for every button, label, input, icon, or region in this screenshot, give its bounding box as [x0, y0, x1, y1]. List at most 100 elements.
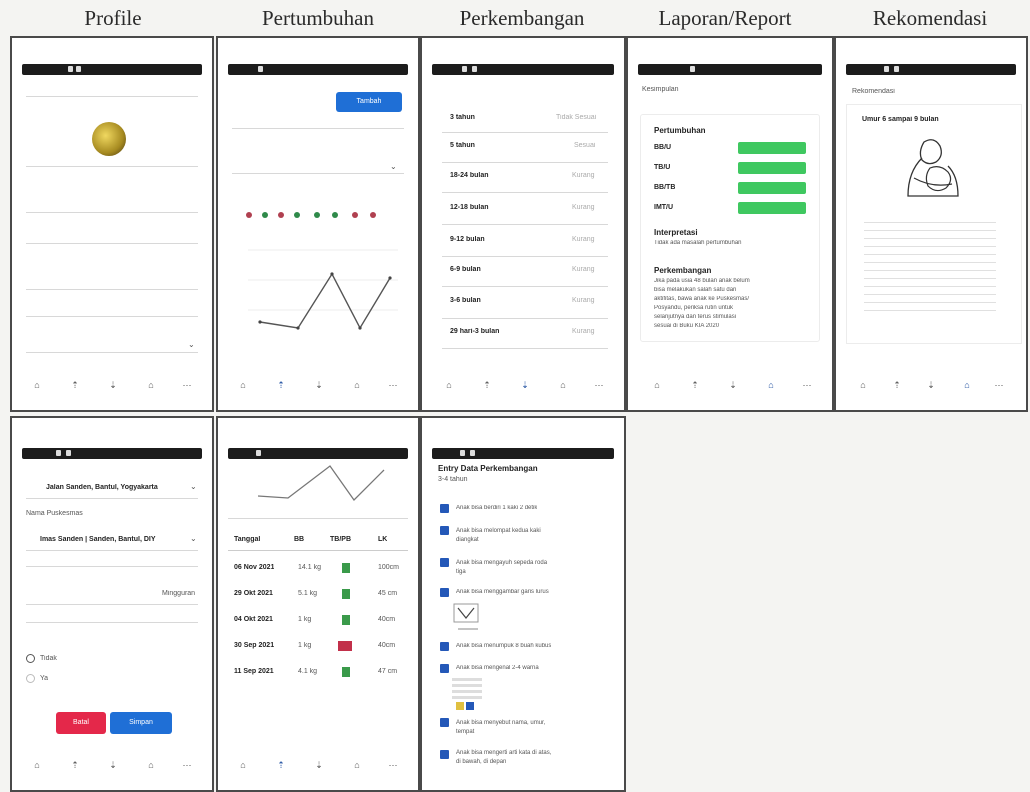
nav-home-icon[interactable]: ⌂ — [24, 380, 50, 390]
metric-status-badge — [738, 162, 806, 174]
bottom-nav: ⌂ ⇡ ⇣ ⌂ ⋯ — [218, 760, 418, 784]
nav-settings-icon[interactable]: ⋯ — [174, 760, 200, 771]
growth-status-indicator — [342, 667, 350, 677]
checkbox[interactable] — [440, 526, 449, 535]
bottom-nav: ⌂ ⇡ ⇣ ⌂ ⋯ — [422, 380, 624, 404]
interpretation-title: Interpretasi — [654, 228, 698, 237]
growth-chart-mini — [258, 465, 385, 502]
save-button[interactable]: Simpan — [110, 712, 172, 734]
status-bar — [432, 64, 614, 75]
line-drawing-illustration — [453, 603, 479, 630]
growth-point — [388, 276, 392, 280]
metric-status-badge — [738, 202, 806, 214]
nav-settings-icon[interactable]: ⋯ — [586, 380, 612, 391]
nav-development-icon[interactable]: ⇣ — [100, 380, 126, 391]
nav-home-icon[interactable]: ⌂ — [230, 380, 256, 390]
metric-status-badge — [738, 142, 806, 154]
nav-settings-icon[interactable]: ⋯ — [174, 380, 200, 391]
checkbox[interactable] — [440, 588, 449, 597]
screen-profile-form: Jalan Sanden, Bantul, Yogyakarta ⌄ Nama … — [10, 416, 214, 792]
dropdown-chevron-icon[interactable]: ⌄ — [188, 340, 195, 349]
bottom-nav: ⌂ ⇡ ⇣ ⌂ ⋯ — [12, 380, 212, 404]
nav-report-icon[interactable]: ⌂ — [344, 760, 370, 770]
filter-chevron-icon[interactable]: ⌄ — [390, 162, 397, 171]
nav-development-icon[interactable]: ⇣ — [100, 760, 126, 771]
address-value[interactable]: Jalan Sanden, Bantul, Yogyakarta — [46, 484, 158, 491]
metric-label: BB/U — [654, 144, 672, 151]
entry-subtitle: 3-4 tahun — [438, 476, 468, 483]
title-development: Perkembangan — [459, 6, 585, 30]
puskesmas-chevron-icon[interactable]: ⌄ — [190, 534, 197, 543]
status-bar — [22, 64, 202, 75]
checkbox[interactable] — [440, 750, 449, 759]
growth-point — [258, 320, 262, 324]
bottom-nav: ⌂ ⇡ ⇣ ⌂ ⋯ — [12, 760, 212, 784]
nav-settings-icon[interactable]: ⋯ — [380, 760, 406, 771]
radio-no[interactable] — [26, 654, 35, 663]
screen-development: 3 tahun Tidak Sesuai 5 tahun Sesuai 18-2… — [420, 36, 626, 412]
status-bar — [432, 448, 614, 459]
nav-growth-icon[interactable]: ⇡ — [474, 380, 500, 391]
nav-report-icon[interactable]: ⌂ — [344, 380, 370, 390]
development-section-title: Perkembangan — [654, 266, 712, 275]
recommendation-title: Umur 6 sampai 9 bulan — [862, 116, 939, 123]
nav-settings-icon[interactable]: ⋯ — [986, 380, 1012, 391]
radio-yes-label: Ya — [40, 675, 49, 682]
nav-development-icon[interactable]: ⇣ — [918, 380, 944, 391]
nav-growth-icon[interactable]: ⇡ — [268, 380, 294, 391]
checkbox[interactable] — [440, 718, 449, 727]
nav-report-icon[interactable]: ⌂ — [758, 380, 784, 390]
checkbox[interactable] — [440, 664, 449, 673]
metric-label: IMT/U — [654, 204, 674, 211]
radio-no-label: Tidak — [40, 655, 57, 662]
puskesmas-value[interactable]: Imas Sanden | Sanden, Bantul, DIY — [40, 536, 156, 543]
nav-growth-icon[interactable]: ⇡ — [62, 380, 88, 391]
recommendation-header: Rekomendasi — [852, 88, 895, 95]
kapanewon-value[interactable]: Mingguran — [162, 590, 195, 597]
nav-growth-icon[interactable]: ⇡ — [268, 760, 294, 771]
nav-development-icon[interactable]: ⇣ — [306, 380, 332, 391]
nav-report-icon[interactable]: ⌂ — [138, 380, 164, 390]
interpretation-text: Tidak ada masalah pertumbuhan — [654, 240, 742, 246]
growth-point — [358, 326, 362, 330]
nav-settings-icon[interactable]: ⋯ — [380, 380, 406, 391]
nav-home-icon[interactable]: ⌂ — [644, 380, 670, 390]
address-chevron-icon[interactable]: ⌄ — [190, 482, 197, 491]
status-bar — [638, 64, 822, 75]
growth-status-indicator — [342, 589, 350, 599]
metric-label: TB/U — [654, 164, 671, 171]
status-bar — [228, 64, 408, 75]
nav-development-icon[interactable]: ⇣ — [306, 760, 332, 771]
nav-development-icon[interactable]: ⇣ — [512, 380, 538, 391]
checkbox[interactable] — [440, 558, 449, 567]
growth-line — [258, 465, 385, 502]
nav-growth-icon[interactable]: ⇡ — [884, 380, 910, 391]
nav-home-icon[interactable]: ⌂ — [230, 760, 256, 770]
cancel-button[interactable]: Batal — [56, 712, 106, 734]
conclusion-label: Kesimpulan — [642, 86, 679, 93]
nav-report-icon[interactable]: ⌂ — [550, 380, 576, 390]
nav-report-icon[interactable]: ⌂ — [138, 760, 164, 770]
nav-settings-icon[interactable]: ⋯ — [794, 380, 820, 391]
metric-status-badge — [738, 182, 806, 194]
checkbox[interactable] — [440, 642, 449, 651]
growth-point — [330, 272, 334, 276]
nav-growth-icon[interactable]: ⇡ — [682, 380, 708, 391]
growth-status-indicator — [338, 641, 352, 651]
nav-development-icon[interactable]: ⇣ — [720, 380, 746, 391]
add-growth-button[interactable]: Tambah — [336, 92, 402, 112]
screen-profile: ⌄ ⌂ ⇡ ⇣ ⌂ ⋯ — [10, 36, 214, 412]
title-growth: Pertumbuhan — [262, 6, 374, 30]
nav-home-icon[interactable]: ⌂ — [850, 380, 876, 390]
entry-title: Entry Data Perkembangan — [438, 464, 538, 473]
avatar[interactable] — [92, 122, 126, 156]
nav-home-icon[interactable]: ⌂ — [436, 380, 462, 390]
growth-section-title: Pertumbuhan — [654, 126, 706, 135]
radio-yes[interactable] — [26, 674, 35, 683]
checkbox[interactable] — [440, 504, 449, 513]
nav-home-icon[interactable]: ⌂ — [24, 760, 50, 770]
status-bar — [22, 448, 202, 459]
title-report: Laporan/Report — [658, 6, 792, 30]
nav-growth-icon[interactable]: ⇡ — [62, 760, 88, 771]
nav-report-icon[interactable]: ⌂ — [954, 380, 980, 390]
